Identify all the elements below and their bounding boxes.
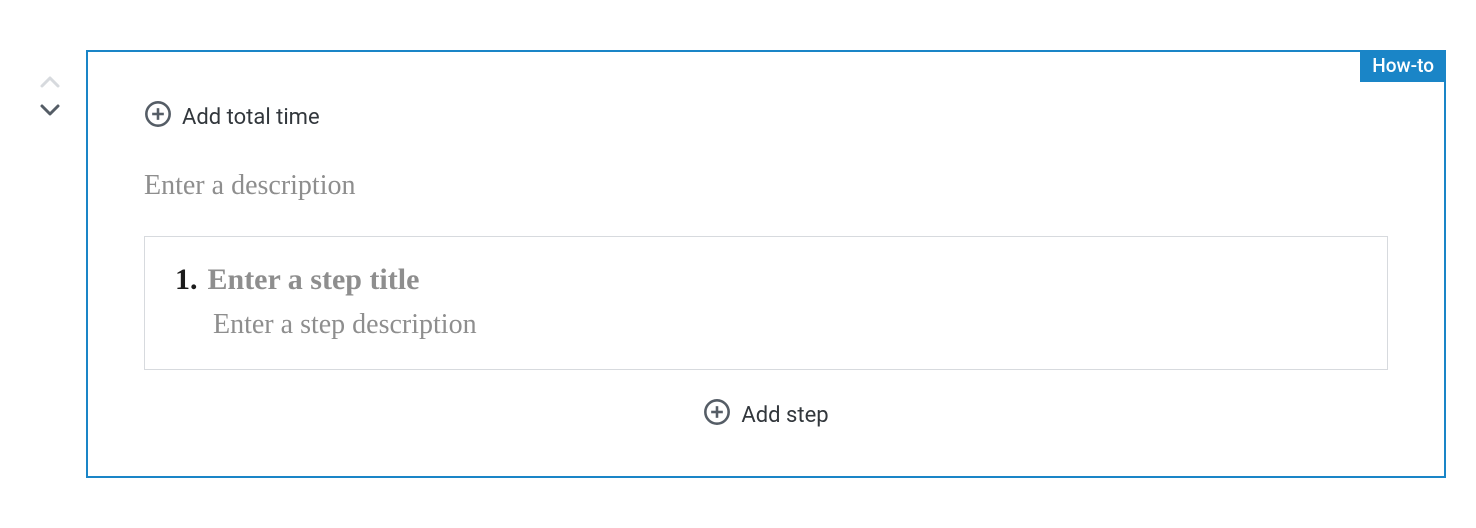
step-title-input[interactable]: Enter a step title (208, 263, 420, 297)
move-down-button[interactable] (34, 96, 66, 124)
plus-circle-icon (144, 100, 172, 134)
add-step-container: Add step (144, 398, 1388, 432)
add-total-time-button[interactable]: Add total time (144, 100, 320, 134)
step-item: 1. Enter a step title Enter a step descr… (144, 236, 1388, 370)
block-movers (30, 50, 70, 124)
howto-block: How-to Add total time Enter a descriptio… (86, 50, 1446, 478)
block-editor: How-to Add total time Enter a descriptio… (30, 50, 1446, 478)
plus-circle-icon (703, 398, 731, 432)
chevron-down-icon (38, 102, 62, 118)
step-description-input[interactable]: Enter a step description (213, 309, 1357, 341)
block-type-badge: How-to (1360, 50, 1446, 82)
move-up-button[interactable] (34, 68, 66, 96)
step-number: 1. (175, 263, 198, 297)
description-input[interactable]: Enter a description (144, 170, 1388, 202)
chevron-up-icon (38, 74, 62, 90)
add-total-time-label: Add total time (182, 105, 320, 130)
step-header: 1. Enter a step title (175, 263, 1357, 297)
add-step-button[interactable]: Add step (703, 398, 828, 432)
add-step-label: Add step (741, 403, 828, 428)
